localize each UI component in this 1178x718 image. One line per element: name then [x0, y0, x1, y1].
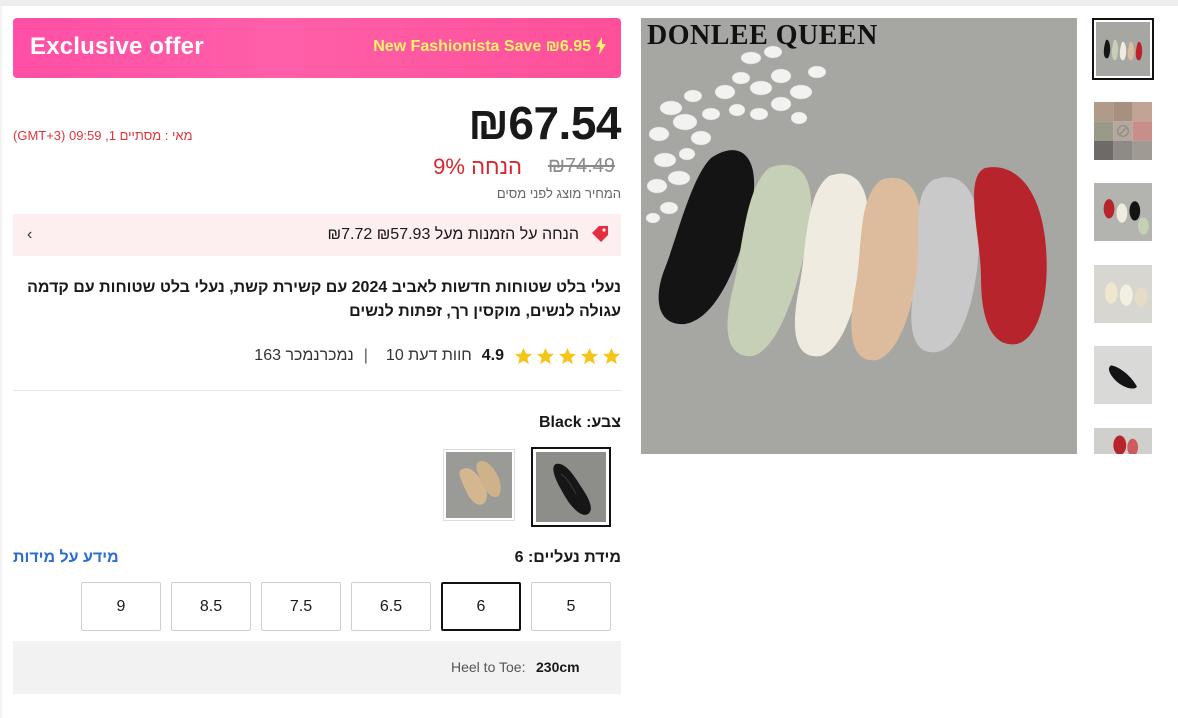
rating-separator: | — [363, 347, 368, 364]
coupon-tag-icon — [592, 226, 608, 242]
thumbnail-image — [1094, 346, 1152, 404]
product-info-column: Exclusive offer New Fashionista Save ₪6.… — [13, 18, 621, 694]
size-info-link[interactable]: מידע על מידות — [13, 549, 119, 567]
size-option-7-5[interactable]: 7.5 — [261, 582, 341, 631]
heel-to-toe-value: 230cm — [536, 659, 580, 675]
size-option-8-5[interactable]: 8.5 — [171, 582, 251, 631]
discount-badge: 9% הנחה — [433, 154, 522, 179]
thumbnail-2[interactable] — [1092, 100, 1154, 162]
star-icon — [580, 347, 599, 364]
brand-watermark: DONLEE QUEEN — [647, 20, 878, 51]
thumbnail-3[interactable] — [1092, 181, 1154, 243]
size-option-6[interactable]: 6 — [441, 582, 521, 631]
product-title: נעלי בלט שטוחות חדשות לאביב 2024 עם קשיר… — [27, 279, 621, 320]
rating-row[interactable]: 4.9 10 חוות דעת | 163 נמכרנמכר — [254, 346, 621, 366]
rating-score: 4.9 — [481, 347, 504, 364]
coupon-text: ₪7.72 הנחה על הזמנות מעל ₪57.93 — [327, 226, 579, 243]
left-edge — [0, 6, 2, 718]
thumbnail-4[interactable] — [1092, 263, 1154, 325]
size-option-9[interactable]: 9 — [81, 582, 161, 631]
tax-note: המחיר מוצג לפני מסים — [496, 186, 621, 201]
heel-to-toe-label: Heel to Toe: — [451, 659, 526, 675]
size-option-6-5[interactable]: 6.5 — [351, 582, 431, 631]
size-label: מידת נעליים: 6 — [514, 549, 621, 566]
black-shoe-image — [536, 452, 606, 522]
coupon-bar[interactable]: ₪7.72 הנחה על הזמנות מעל ₪57.93 ‹ — [13, 214, 621, 256]
sale-ends: (GMT+3) 09:59 ,1 מאי : מסתיים — [13, 128, 193, 143]
thumbnail-image — [1094, 428, 1152, 454]
shoes-photo — [641, 18, 1077, 454]
chevron-left-icon[interactable]: ‹ — [27, 226, 32, 244]
thumbnail-5[interactable] — [1092, 344, 1154, 406]
banner-promo: New Fashionista Save ₪6.95 — [373, 38, 591, 55]
thumbnail-image — [1094, 102, 1152, 160]
divider — [13, 390, 621, 391]
star-icon — [558, 347, 577, 364]
exclusive-offer-banner[interactable]: Exclusive offer New Fashionista Save ₪6.… — [13, 18, 621, 78]
lightning-icon — [596, 37, 606, 55]
sold-count: 163 נמכרנמכר — [254, 347, 354, 364]
thumbnail-1[interactable] — [1092, 18, 1154, 80]
star-icon — [536, 347, 555, 364]
beige-shoe-image — [446, 452, 512, 518]
current-price: ₪67.54 — [468, 97, 621, 149]
thumbnail-strip — [1092, 18, 1154, 454]
color-swatch-beige[interactable] — [443, 449, 515, 521]
size-option-5[interactable]: 5 — [531, 582, 611, 631]
rating-stars — [514, 347, 621, 366]
color-label: צבע: Black — [538, 414, 621, 431]
star-icon — [514, 347, 533, 364]
review-count[interactable]: 10 חוות דעת — [386, 347, 472, 365]
original-price: ₪74.49 — [547, 155, 615, 177]
top-bar — [0, 0, 1178, 6]
thumbnail-image — [1094, 265, 1152, 323]
thumbnail-6[interactable] — [1092, 426, 1154, 454]
thumbnail-image — [1096, 22, 1150, 76]
banner-title: Exclusive offer — [30, 33, 204, 60]
color-swatch-black[interactable] — [531, 447, 611, 527]
thumbnail-image — [1094, 183, 1152, 241]
heel-to-toe-panel: Heel to Toe: 230cm — [13, 641, 621, 694]
main-product-image[interactable]: DONLEE QUEEN — [641, 18, 1077, 454]
star-icon — [602, 347, 621, 364]
